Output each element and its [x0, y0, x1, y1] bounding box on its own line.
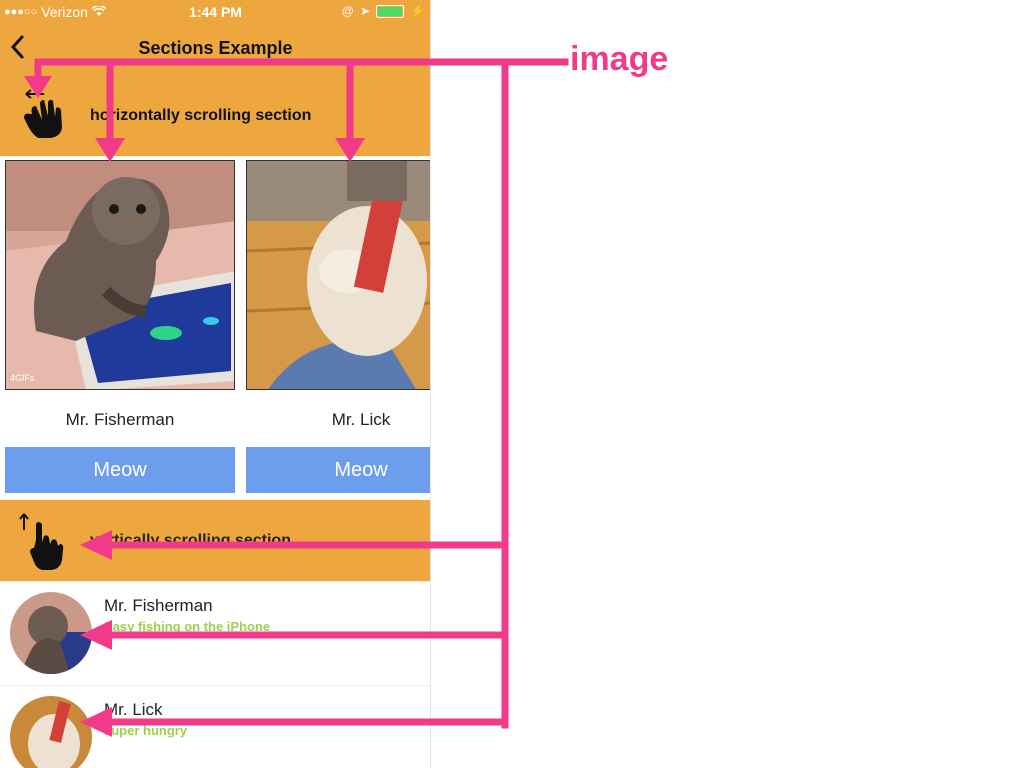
cat-image-fisherman: 4GIFs	[5, 160, 235, 390]
vertical-section-header: vertically scrolling section	[0, 500, 431, 581]
phone-edge	[430, 0, 431, 768]
charging-icon: ⚡	[410, 4, 425, 18]
status-bar: ●●●○○ Verizon 1:44 PM @ ➤ ⚡	[0, 0, 431, 24]
svg-text:4GIFs: 4GIFs	[10, 373, 35, 383]
cat-image-lick	[246, 160, 431, 390]
location-icon: ➤	[359, 4, 371, 18]
cat-card-name: Mr. Lick	[331, 410, 391, 429]
list-item[interactable]: Mr. Fisherman Easy fishing on the iPhone	[0, 581, 431, 686]
horizontal-section-header: horizontally scrolling section	[0, 70, 431, 156]
scroll-hand-icon	[19, 513, 64, 570]
rotation-lock-icon: @	[341, 4, 354, 18]
meow-button[interactable]: Meow	[5, 447, 235, 493]
vertical-section-title: vertically scrolling section	[90, 532, 291, 549]
annotation-label: image	[570, 40, 669, 78]
avatar	[10, 696, 92, 768]
phone-screen: ●●●○○ Verizon 1:44 PM @ ➤ ⚡ Sections Exa…	[0, 0, 431, 768]
list-item-name: Mr. Lick	[104, 700, 163, 719]
list-item-subtitle: super hungry	[104, 723, 188, 738]
list-item[interactable]: Mr. Lick super hungry	[0, 685, 431, 768]
horizontal-section-title: horizontally scrolling section	[90, 107, 312, 124]
swipe-hand-icon	[24, 89, 62, 138]
avatar	[10, 592, 92, 674]
navigation-bar: Sections Example	[0, 24, 431, 70]
list-item-subtitle: Easy fishing on the iPhone	[104, 619, 271, 634]
page-title: Sections Example	[138, 38, 293, 58]
meow-button[interactable]: Meow	[246, 447, 431, 493]
battery-icon	[376, 4, 405, 18]
cat-card-name: Mr. Fisherman	[65, 410, 175, 429]
list-item-name: Mr. Fisherman	[104, 596, 213, 615]
